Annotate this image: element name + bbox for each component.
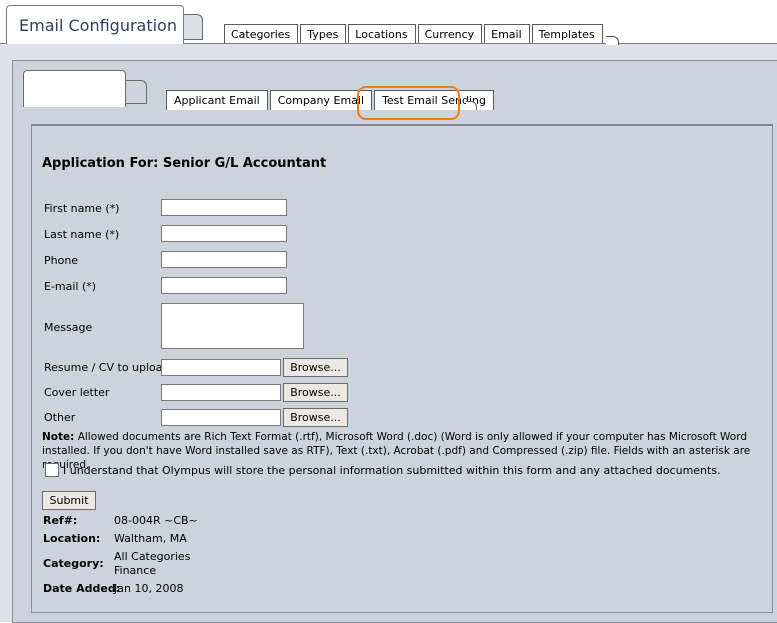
tab-email[interactable]: Email [484,24,530,43]
consent-checkbox[interactable] [45,463,59,477]
form-heading: Application For: Senior G/L Accountant [42,156,327,171]
subtab-bar-end [466,101,477,110]
message-field[interactable] [161,303,304,349]
tab-bar-end [606,36,619,45]
cover-letter-browse-button[interactable]: Browse... [283,383,348,402]
last-name-field[interactable] [161,225,287,242]
note-prefix: Note: [42,431,75,443]
subtab-bar: Applicant Email Company Email Test Email… [166,90,496,110]
resume-browse-button[interactable]: Browse... [283,358,348,377]
message-label: Message [44,321,93,334]
cover-letter-label: Cover letter [44,386,110,399]
tab-locations[interactable]: Locations [348,24,416,43]
cover-letter-file-input[interactable] [161,384,281,401]
submit-button[interactable]: Submit [42,491,96,510]
phone-label: Phone [44,254,79,267]
resume-label: Resume / CV to upload [44,361,170,374]
top-tab-bar: Categories Types Locations Currency Emai… [224,24,605,44]
location-value: Waltham, MA [114,532,187,545]
tab-fold [182,14,203,40]
phone-field[interactable] [161,251,287,268]
inner-tab-fold [124,80,147,104]
tab-types[interactable]: Types [300,24,347,43]
date-added-value: Jan 10, 2008 [114,582,184,595]
consent-row: I understand that Olympus will store the… [45,463,721,477]
date-added-label: Date Added: [43,582,121,595]
category-label: Category: [43,557,104,570]
tab-company-email[interactable]: Company Email [269,90,373,110]
tab-categories[interactable]: Categories [224,24,299,43]
ref-label: Ref#: [43,514,78,527]
email-field[interactable] [161,277,287,294]
category-value-1: All Categories [114,550,191,563]
first-name-field[interactable] [161,199,287,216]
page-title: Email Configuration [19,16,177,35]
inner-title-tab [23,70,126,107]
resume-file-input[interactable] [161,359,281,376]
last-name-label: Last name (*) [44,228,120,241]
other-label: Other [44,411,76,424]
first-name-label: First name (*) [44,202,120,215]
other-file-input[interactable] [161,409,281,426]
email-label: E-mail (*) [44,280,97,293]
tab-currency[interactable]: Currency [417,24,483,43]
tab-applicant-email[interactable]: Applicant Email [166,90,268,110]
page-title-tab: Email Configuration [6,5,184,44]
other-browse-button[interactable]: Browse... [283,408,348,427]
location-label: Location: [43,532,101,545]
category-value-2: Finance [114,564,157,577]
consent-text: I understand that Olympus will store the… [63,463,721,477]
tab-templates[interactable]: Templates [531,24,603,43]
ref-value: 08-004R ~CB~ [114,514,198,527]
